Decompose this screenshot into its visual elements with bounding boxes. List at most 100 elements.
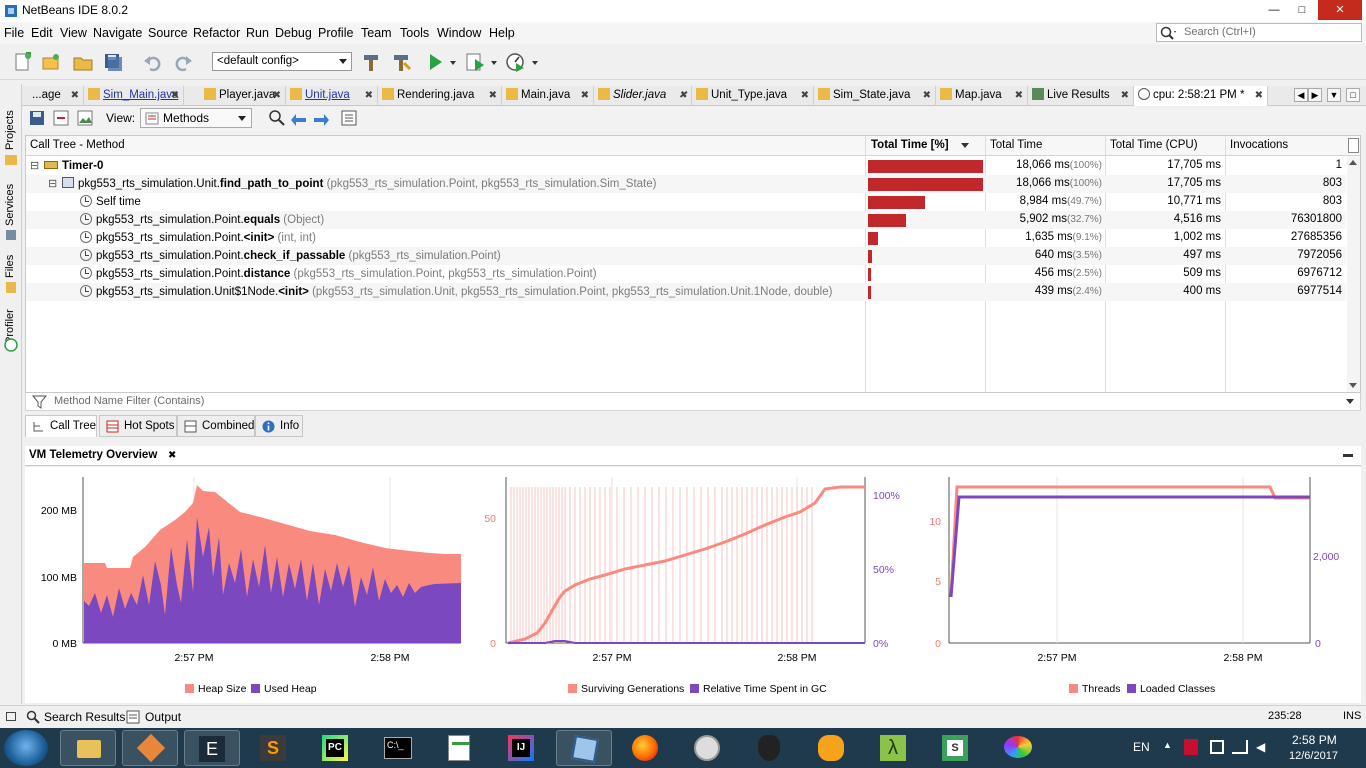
collapse-toggle-icon[interactable]: ⊟	[48, 177, 60, 190]
tab-combined[interactable]: Combined	[177, 415, 255, 437]
column-chooser-icon[interactable]	[1348, 138, 1359, 153]
close-icon[interactable]: ✖	[489, 86, 497, 105]
tab-cpu-snapshot[interactable]: cpu: 2:58:21 PM * ✖	[1134, 86, 1268, 106]
command-prompt-icon[interactable]: C:\_	[370, 730, 426, 766]
side-tab-projects[interactable]: Projects	[0, 88, 22, 168]
clean-build-icon[interactable]	[390, 51, 412, 73]
debug-dropdown-icon[interactable]	[489, 51, 499, 73]
tab-main[interactable]: Main.java ✖	[502, 86, 594, 106]
tab-map[interactable]: Map.java ✖	[936, 86, 1028, 106]
vertical-scrollbar[interactable]	[1347, 156, 1360, 392]
tab-sim-state[interactable]: Sim_State.java ✖	[814, 86, 936, 106]
chevron-down-icon[interactable]	[1346, 399, 1354, 404]
debug-icon[interactable]	[464, 51, 486, 73]
volume-icon[interactable]: ◀	[1256, 740, 1270, 754]
eclipse-icon[interactable]: E	[184, 730, 240, 766]
collapse-toggle-icon[interactable]: ⊟	[30, 159, 42, 172]
col-total-time[interactable]: Total Time	[990, 139, 1042, 151]
menu-team[interactable]: Team	[361, 26, 392, 40]
menu-view[interactable]: View	[60, 26, 87, 40]
run-icon[interactable]	[424, 51, 446, 73]
minimize-panel-icon[interactable]	[1343, 454, 1353, 457]
table-row[interactable]: ⊟ Timer-0 18,066 ms(100%) 17,705 ms 1	[26, 157, 1346, 175]
fl-studio-icon[interactable]	[804, 730, 860, 766]
menu-debug[interactable]: Debug	[275, 26, 312, 40]
tab-player[interactable]: Player.java ✖	[184, 86, 286, 106]
close-icon[interactable]: ✖	[801, 86, 809, 105]
close-icon[interactable]: ✖	[1121, 86, 1129, 105]
table-row[interactable]: Self time 8,984 ms(49.7%) 10,771 ms 803	[26, 193, 1346, 211]
speedometer-icon[interactable]	[680, 730, 736, 766]
build-hammer-icon[interactable]	[360, 51, 382, 73]
close-icon[interactable]: ✖	[1255, 86, 1263, 105]
tab-rendering[interactable]: Rendering.java ✖	[378, 86, 502, 106]
menu-profile[interactable]: Profile	[318, 26, 353, 40]
col-total-time-pct[interactable]: Total Time [%]	[871, 139, 949, 151]
file-explorer-icon[interactable]	[60, 730, 116, 766]
app-diamond-icon[interactable]	[122, 730, 178, 766]
menu-source[interactable]: Source	[148, 26, 188, 40]
view-select[interactable]: Methods	[140, 108, 252, 128]
profile-icon[interactable]	[504, 51, 526, 73]
firefox-icon[interactable]	[618, 730, 674, 766]
new-project-icon[interactable]	[40, 51, 62, 73]
clock-time[interactable]: 2:58 PM	[1292, 733, 1337, 747]
menu-refactor[interactable]: Refactor	[193, 26, 240, 40]
close-icon[interactable]: ✖	[1015, 86, 1023, 105]
security-icon[interactable]	[1184, 739, 1198, 755]
menu-edit[interactable]: Edit	[31, 26, 53, 40]
sublime-text-icon[interactable]: S	[246, 730, 302, 766]
close-icon[interactable]: ✖	[365, 86, 373, 105]
tab-scroll-right-icon[interactable]: ▶	[1308, 88, 1322, 102]
table-row[interactable]: pkg553_rts_simulation.Point.<init> (int,…	[26, 229, 1346, 247]
tab-sim-main[interactable]: Sim_Main.java ✖	[84, 86, 184, 106]
virtualbox-icon[interactable]	[556, 730, 612, 766]
menu-help[interactable]: Help	[489, 26, 515, 40]
maximize-window-icon[interactable]: □	[1346, 88, 1360, 102]
table-row[interactable]: pkg553_rts_simulation.Unit$1Node.<init> …	[26, 283, 1346, 301]
windows-start-button[interactable]	[4, 730, 48, 766]
paint-icon[interactable]	[990, 730, 1046, 766]
tab-scroll-left-icon[interactable]: ◀	[1294, 88, 1308, 102]
close-icon[interactable]: ✖	[273, 86, 281, 105]
save-all-icon[interactable]	[102, 51, 124, 73]
tab-slider[interactable]: Slider.java ✖	[594, 86, 692, 106]
close-icon[interactable]: ✖	[581, 86, 589, 105]
tab-age[interactable]: ...age ✖	[22, 86, 84, 106]
side-tab-services[interactable]: Services	[0, 176, 22, 240]
redo-icon[interactable]	[172, 51, 194, 73]
tab-info[interactable]: Info	[255, 415, 303, 437]
language-indicator[interactable]: EN	[1133, 740, 1150, 754]
table-row[interactable]: pkg553_rts_simulation.Point.distance (pk…	[26, 265, 1346, 283]
table-row[interactable]: pkg553_rts_simulation.Point.equals (Obje…	[26, 211, 1346, 229]
close-icon[interactable]: ✖	[171, 86, 179, 105]
find-next-icon[interactable]	[312, 109, 330, 127]
export-icon[interactable]	[52, 109, 70, 127]
config-select[interactable]: <default config>	[212, 52, 352, 71]
find-icon[interactable]	[268, 109, 286, 127]
scroll-up-icon[interactable]	[1349, 160, 1357, 165]
table-row[interactable]: ⊟ pkg553_rts_simulation.Unit.find_path_to…	[26, 175, 1346, 193]
slides-app-icon[interactable]: S	[928, 730, 984, 766]
profile-dropdown-icon[interactable]	[530, 51, 540, 73]
save-snapshot-icon[interactable]	[28, 109, 46, 127]
find-previous-icon[interactable]	[290, 109, 308, 127]
pycharm-icon[interactable]: PC	[308, 730, 364, 766]
method-filter[interactable]: Method Name Filter (Contains)	[25, 393, 1361, 411]
guitar-pro-icon[interactable]	[742, 730, 798, 766]
menu-navigate[interactable]: Navigate	[93, 26, 142, 40]
snapshot-info-icon[interactable]	[340, 109, 358, 127]
tab-list-icon[interactable]: ▼	[1327, 88, 1341, 102]
col-method[interactable]: Call Tree - Method	[30, 139, 125, 151]
close-icon[interactable]: ✖	[923, 86, 931, 105]
search-box[interactable]: Search (Ctrl+I)	[1156, 23, 1362, 42]
maximize-button[interactable]: □	[1288, 0, 1316, 20]
col-invocations[interactable]: Invocations	[1230, 139, 1288, 151]
close-button[interactable]: ✕	[1318, 0, 1362, 20]
open-project-icon[interactable]	[72, 51, 94, 73]
minimize-button[interactable]: —	[1260, 0, 1288, 20]
menu-file[interactable]: File	[4, 26, 24, 40]
tab-unit[interactable]: Unit.java ✖	[286, 86, 378, 106]
clock-date[interactable]: 12/6/2017	[1289, 750, 1338, 762]
side-tab-profiler[interactable]: Profiler	[0, 298, 22, 358]
